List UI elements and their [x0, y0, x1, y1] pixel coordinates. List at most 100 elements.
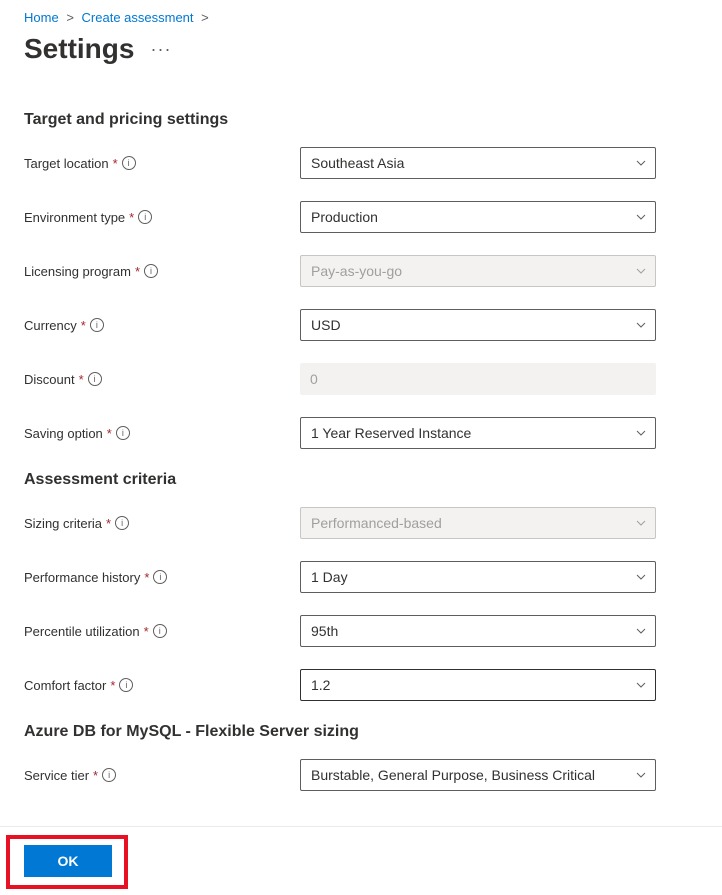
page-title: Settings: [24, 33, 134, 65]
required-indicator: *: [144, 624, 149, 639]
select-sizing-criteria: Performanced-based: [300, 507, 656, 539]
required-indicator: *: [135, 264, 140, 279]
info-icon[interactable]: i: [102, 768, 116, 782]
label-percentile-utilization: Percentile utilization * i: [24, 624, 300, 639]
page-header: Settings ···: [0, 29, 722, 65]
label-text: Discount: [24, 372, 75, 387]
select-value: 95th: [311, 623, 338, 639]
required-indicator: *: [113, 156, 118, 171]
select-value: Burstable, General Purpose, Business Cri…: [311, 767, 595, 783]
required-indicator: *: [81, 318, 86, 333]
row-comfort-factor: Comfort factor * i 1.2: [24, 669, 698, 701]
info-icon[interactable]: i: [115, 516, 129, 530]
chevron-down-icon: [635, 157, 647, 169]
label-text: Environment type: [24, 210, 125, 225]
select-comfort-factor[interactable]: 1.2: [300, 669, 656, 701]
select-value: Pay-as-you-go: [311, 263, 402, 279]
label-text: Saving option: [24, 426, 103, 441]
select-value: Southeast Asia: [311, 155, 404, 171]
row-environment-type: Environment type * i Production: [24, 201, 698, 233]
chevron-down-icon: [635, 265, 647, 277]
breadcrumb: Home > Create assessment >: [0, 0, 722, 29]
label-text: Comfort factor: [24, 678, 106, 693]
required-indicator: *: [110, 678, 115, 693]
select-saving-option[interactable]: 1 Year Reserved Instance: [300, 417, 656, 449]
select-currency[interactable]: USD: [300, 309, 656, 341]
label-text: Performance history: [24, 570, 140, 585]
label-text: Target location: [24, 156, 109, 171]
row-licensing-program: Licensing program * i Pay-as-you-go: [24, 255, 698, 287]
select-percentile-utilization[interactable]: 95th: [300, 615, 656, 647]
select-licensing-program: Pay-as-you-go: [300, 255, 656, 287]
breadcrumb-sep: >: [201, 10, 209, 25]
select-target-location[interactable]: Southeast Asia: [300, 147, 656, 179]
row-saving-option: Saving option * i 1 Year Reserved Instan…: [24, 417, 698, 449]
required-indicator: *: [93, 768, 98, 783]
label-discount: Discount * i: [24, 372, 300, 387]
label-licensing-program: Licensing program * i: [24, 264, 300, 279]
info-icon[interactable]: i: [153, 570, 167, 584]
chevron-down-icon: [635, 769, 647, 781]
chevron-down-icon: [635, 679, 647, 691]
section-azure-db: Azure DB for MySQL - Flexible Server siz…: [24, 723, 698, 741]
select-service-tier[interactable]: Burstable, General Purpose, Business Cri…: [300, 759, 656, 791]
row-currency: Currency * i USD: [24, 309, 698, 341]
row-service-tier: Service tier * i Burstable, General Purp…: [24, 759, 698, 791]
info-icon[interactable]: i: [90, 318, 104, 332]
breadcrumb-home[interactable]: Home: [24, 10, 59, 25]
row-sizing-criteria: Sizing criteria * i Performanced-based: [24, 507, 698, 539]
label-environment-type: Environment type * i: [24, 210, 300, 225]
label-comfort-factor: Comfort factor * i: [24, 678, 300, 693]
chevron-down-icon: [635, 211, 647, 223]
content: Target and pricing settings Target locat…: [0, 65, 722, 791]
section-target-pricing: Target and pricing settings: [24, 111, 698, 129]
info-icon[interactable]: i: [122, 156, 136, 170]
required-indicator: *: [79, 372, 84, 387]
info-icon[interactable]: i: [144, 264, 158, 278]
chevron-down-icon: [635, 625, 647, 637]
select-value: Performanced-based: [311, 515, 442, 531]
row-percentile-utilization: Percentile utilization * i 95th: [24, 615, 698, 647]
section-assessment-criteria: Assessment criteria: [24, 471, 698, 489]
footer: OK: [0, 826, 722, 895]
select-environment-type[interactable]: Production: [300, 201, 656, 233]
label-performance-history: Performance history * i: [24, 570, 300, 585]
chevron-down-icon: [635, 571, 647, 583]
ok-button[interactable]: OK: [24, 845, 112, 877]
select-value: USD: [311, 317, 341, 333]
label-sizing-criteria: Sizing criteria * i: [24, 516, 300, 531]
label-text: Currency: [24, 318, 77, 333]
select-performance-history[interactable]: 1 Day: [300, 561, 656, 593]
row-discount: Discount * i: [24, 363, 698, 395]
required-indicator: *: [107, 426, 112, 441]
input-discount: [300, 363, 656, 395]
required-indicator: *: [106, 516, 111, 531]
label-target-location: Target location * i: [24, 156, 300, 171]
chevron-down-icon: [635, 319, 647, 331]
more-actions-icon[interactable]: ···: [150, 39, 171, 60]
breadcrumb-create-assessment[interactable]: Create assessment: [82, 10, 194, 25]
required-indicator: *: [129, 210, 134, 225]
info-icon[interactable]: i: [153, 624, 167, 638]
row-target-location: Target location * i Southeast Asia: [24, 147, 698, 179]
label-service-tier: Service tier * i: [24, 768, 300, 783]
info-icon[interactable]: i: [88, 372, 102, 386]
info-icon[interactable]: i: [119, 678, 133, 692]
select-value: 1 Day: [311, 569, 348, 585]
label-text: Licensing program: [24, 264, 131, 279]
row-performance-history: Performance history * i 1 Day: [24, 561, 698, 593]
label-text: Percentile utilization: [24, 624, 140, 639]
info-icon[interactable]: i: [138, 210, 152, 224]
chevron-down-icon: [635, 427, 647, 439]
select-value: 1.2: [311, 677, 330, 693]
select-value: Production: [311, 209, 378, 225]
label-text: Service tier: [24, 768, 89, 783]
label-currency: Currency * i: [24, 318, 300, 333]
chevron-down-icon: [635, 517, 647, 529]
label-text: Sizing criteria: [24, 516, 102, 531]
breadcrumb-sep: >: [66, 10, 74, 25]
label-saving-option: Saving option * i: [24, 426, 300, 441]
required-indicator: *: [144, 570, 149, 585]
info-icon[interactable]: i: [116, 426, 130, 440]
select-value: 1 Year Reserved Instance: [311, 425, 471, 441]
